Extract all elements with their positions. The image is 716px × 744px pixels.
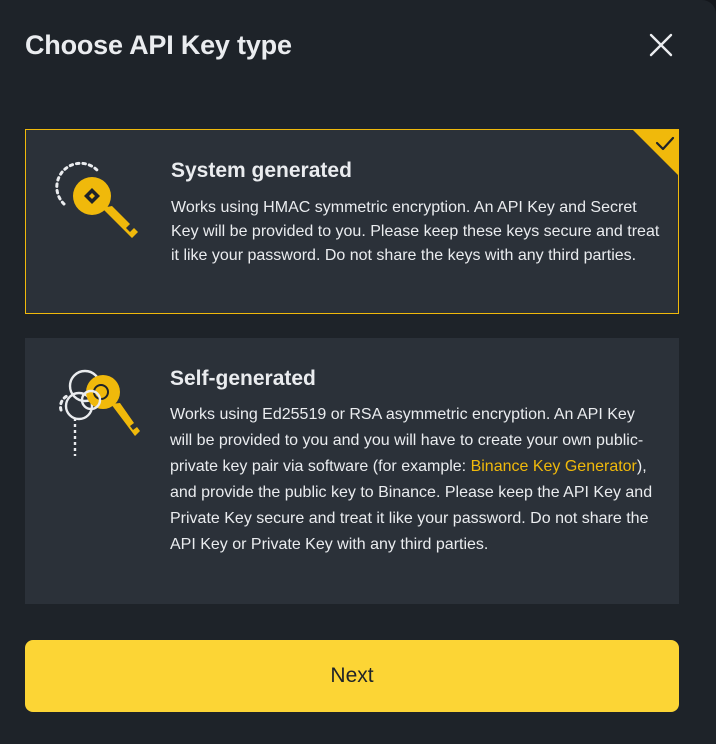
option-title: System generated	[171, 159, 352, 182]
close-button[interactable]	[646, 30, 676, 60]
option-system-generated[interactable]: System generated Works using HMAC symmet…	[25, 129, 679, 314]
option-description: Works using Ed25519 or RSA asymmetric en…	[170, 402, 660, 558]
key-icon	[55, 161, 138, 238]
next-button[interactable]: Next	[25, 640, 679, 712]
dialog-title: Choose API Key type	[25, 30, 292, 60]
selected-check-icon	[633, 130, 678, 175]
option-self-generated[interactable]: Self-generated Works using Ed25519 or RS…	[25, 338, 679, 604]
api-key-type-dialog: Choose API Key type System generated Wor…	[0, 0, 716, 744]
option-description: Works using HMAC symmetric encryption. A…	[171, 199, 660, 264]
option-title: Self-generated	[170, 367, 316, 390]
close-icon	[649, 33, 673, 57]
key-pair-icon	[59, 369, 140, 456]
binance-key-generator-link[interactable]: Binance Key Generator	[471, 458, 637, 475]
